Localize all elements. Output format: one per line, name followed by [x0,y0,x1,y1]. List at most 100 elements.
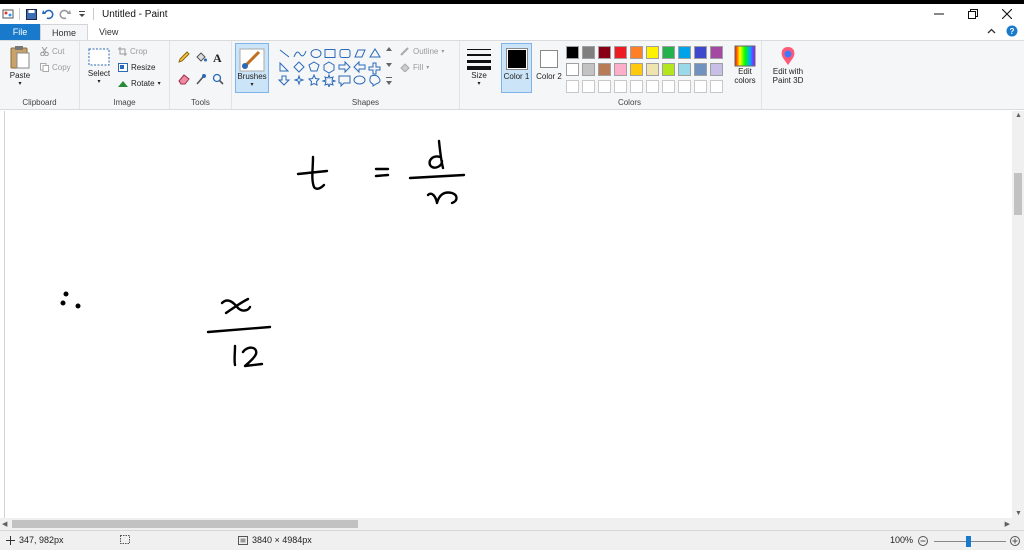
collapse-ribbon-icon[interactable] [987,27,996,36]
stroke-d [428,139,445,170]
palette-swatch[interactable] [694,46,707,59]
vertical-scroll-thumb[interactable] [1014,173,1022,215]
pencil-icon[interactable] [178,51,190,63]
size-button[interactable]: Size ▾ [464,47,494,87]
palette-swatch[interactable] [678,63,691,76]
rotate-button[interactable]: Rotate ▾ [118,79,161,88]
scroll-down-icon[interactable]: ▼ [1015,510,1022,517]
stroke-t-cross [296,169,329,176]
resize-icon [118,63,128,72]
crop-button[interactable]: Crop [118,47,147,56]
custom-color-slot[interactable] [630,80,643,93]
palette-swatch[interactable] [662,63,675,76]
custom-color-slot[interactable] [662,80,675,93]
palette-swatch[interactable] [566,46,579,59]
palette-swatch[interactable] [646,63,659,76]
palette-swatch[interactable] [566,63,579,76]
color2-button[interactable]: Color 2 [535,43,563,93]
redo-icon[interactable] [59,8,71,20]
palette-swatch[interactable] [710,46,723,59]
eraser-icon[interactable] [178,73,190,85]
text-tool-icon[interactable]: A [212,51,224,63]
palette-swatch[interactable] [598,46,611,59]
zoom-in-icon[interactable] [1010,536,1020,546]
select-button[interactable]: Select ▾ [84,47,114,85]
help-icon[interactable]: ? [1006,25,1018,37]
image-size-icon [238,535,248,545]
tab-home[interactable]: Home [40,24,89,40]
zoom-slider-thumb[interactable] [966,536,971,547]
palette-swatch[interactable] [646,46,659,59]
scroll-up-icon[interactable]: ▲ [1015,112,1022,119]
minimize-button[interactable] [922,4,956,24]
horizontal-scrollbar[interactable]: ◀ ▶ [0,518,1012,530]
palette-swatch[interactable] [678,46,691,59]
custom-color-slot[interactable] [646,80,659,93]
outline-button[interactable]: Outline ▾ [400,47,444,56]
rotate-icon [118,81,128,87]
color1-button[interactable]: Color 1 [501,43,532,93]
scroll-right-icon[interactable]: ▶ [1005,520,1010,528]
custom-color-slot[interactable] [614,80,627,93]
paste-dropdown-icon[interactable]: ▾ [18,80,21,87]
shapes-gallery[interactable] [278,47,390,87]
selection-size [120,535,130,544]
custom-color-slot[interactable] [582,80,595,93]
cut-button[interactable]: Cut [40,47,64,56]
palette-swatch[interactable] [630,46,643,59]
brushes-dropdown-icon: ▾ [250,82,254,88]
brushes-button[interactable]: Brushes ▾ [235,43,269,93]
custom-color-slot[interactable] [566,80,579,93]
cursor-position: 347, 982px [6,535,64,545]
palette-swatch[interactable] [694,63,707,76]
image-group-label: Image [113,98,136,107]
shapes-group-label: Shapes [351,98,380,107]
fraction-bar-2 [206,325,272,334]
palette-swatch[interactable] [582,46,595,59]
select-dropdown-icon[interactable]: ▾ [97,78,100,85]
edit-colors-button[interactable]: Edit colors [730,45,760,85]
svg-text:?: ? [1010,27,1015,36]
close-button[interactable] [990,4,1024,24]
custom-color-slot[interactable] [678,80,691,93]
shapes-gallery-scroll[interactable] [385,45,393,89]
undo-icon[interactable] [42,8,54,20]
restore-button[interactable] [956,4,990,24]
tab-file[interactable]: File [0,24,40,40]
scroll-left-icon[interactable]: ◀ [2,520,7,528]
zoom-out-icon[interactable] [918,536,928,546]
selection-size-icon [120,535,130,544]
paint3d-group: Edit with Paint 3D [762,41,814,109]
edit-with-paint3d-button[interactable]: Edit with Paint 3D [764,45,812,85]
image-dimensions: 3840 × 4984px [238,535,312,545]
paste-button[interactable]: Paste ▾ [6,45,34,87]
colors-group-label: Colors [617,98,642,107]
paint-app-icon[interactable] [2,8,14,20]
save-icon[interactable] [25,8,37,20]
drawing-canvas[interactable] [0,111,1012,518]
palette-swatch[interactable] [614,63,627,76]
customize-toolbar-icon[interactable] [76,8,88,20]
fill-button[interactable]: Fill ▾ [400,63,429,72]
custom-color-slot[interactable] [598,80,611,93]
vertical-scrollbar[interactable]: ▲ ▼ [1012,111,1024,518]
custom-color-slot[interactable] [710,80,723,93]
stroke-x [220,297,252,315]
tab-view[interactable]: View [88,24,129,40]
title-bar: Untitled - Paint [0,0,1024,24]
horizontal-scroll-thumb[interactable] [12,520,358,528]
resize-button[interactable]: Resize [118,63,155,72]
palette-swatch[interactable] [598,63,611,76]
palette-swatch[interactable] [614,46,627,59]
palette-swatch[interactable] [662,46,675,59]
fill-bucket-icon[interactable] [195,51,207,63]
handwritten-math-drawing [60,139,466,368]
palette-swatch[interactable] [582,63,595,76]
copy-button[interactable]: Copy [40,63,71,72]
palette-swatch[interactable] [710,63,723,76]
magnifier-icon[interactable] [212,73,224,85]
custom-color-slot[interactable] [694,80,707,93]
quick-access-toolbar [0,4,94,24]
color-picker-icon[interactable] [195,73,207,85]
palette-swatch[interactable] [630,63,643,76]
